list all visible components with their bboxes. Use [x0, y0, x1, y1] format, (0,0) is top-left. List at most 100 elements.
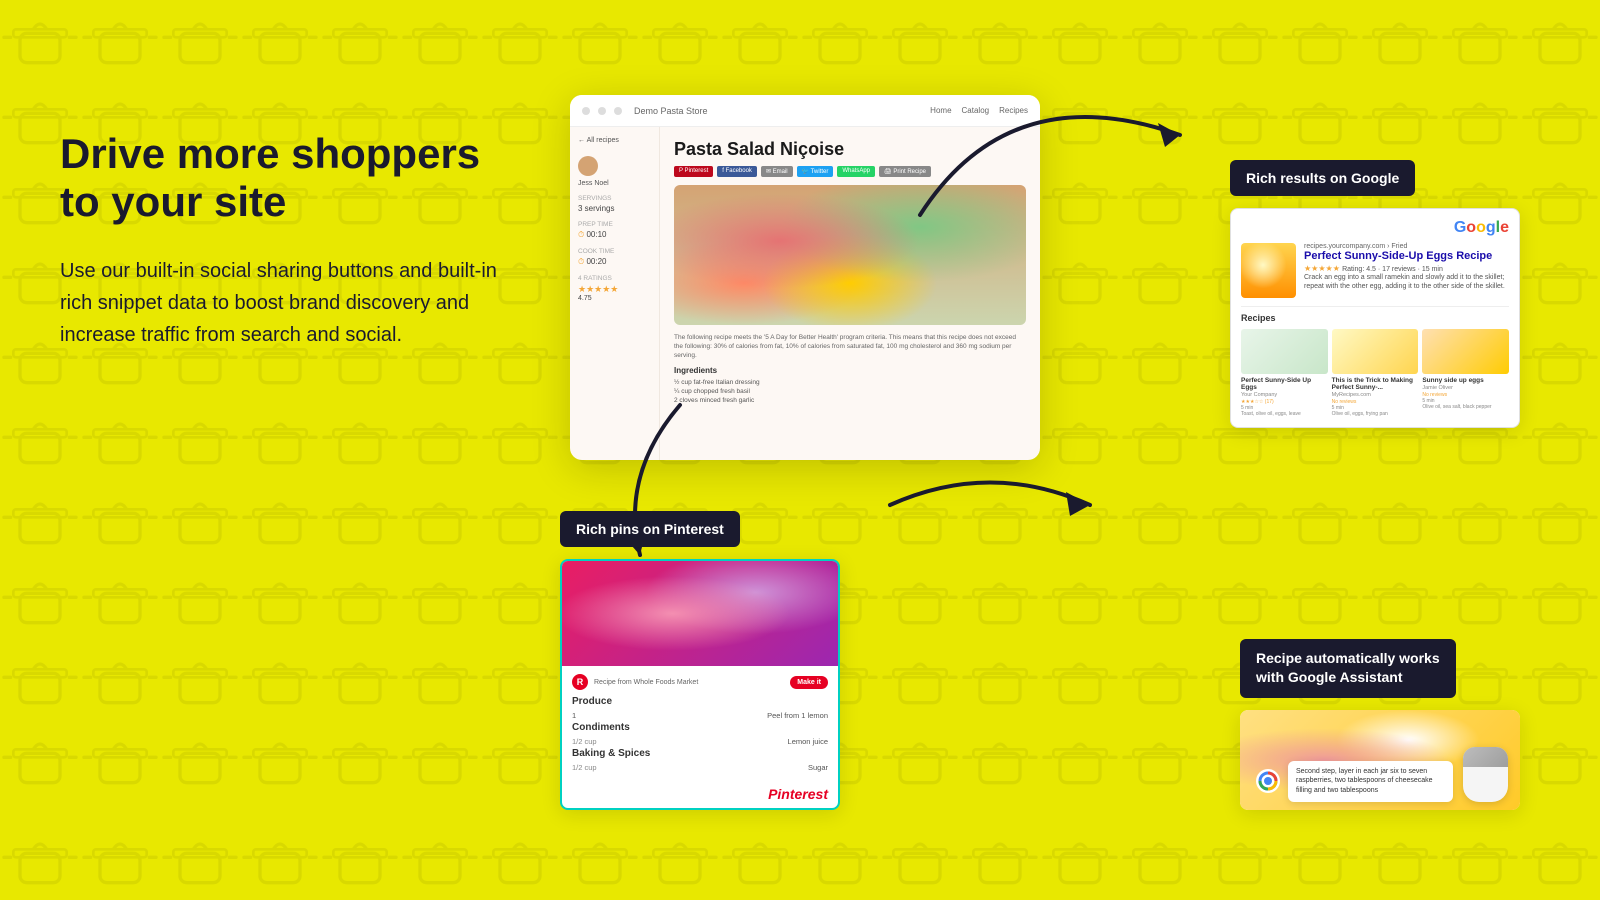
baking-name: Sugar: [808, 763, 828, 772]
arrow-bottom-right-svg: [870, 440, 1120, 570]
twitter-share[interactable]: 🐦 Twitter: [797, 166, 834, 177]
arrow-top: [890, 55, 1210, 235]
produce-name: Peel from 1 lemon: [767, 711, 828, 720]
g-letter-2: o: [1466, 219, 1476, 237]
facebook-share[interactable]: f Facebook: [717, 166, 757, 177]
google-card-section: Rich results on Google Google recipes.yo…: [1230, 160, 1520, 428]
pinterest-from-text: Recipe from Whole Foods Market: [594, 679, 698, 686]
pinterest-baking-title: Baking & Spices: [572, 748, 828, 759]
nav-dot-1: [582, 107, 590, 115]
store-name: Demo Pasta Store: [634, 106, 708, 116]
google-food-image-inner: [1241, 243, 1296, 298]
pinterest-logo-bar: Pinterest: [562, 782, 838, 808]
google-result-box: Google recipes.yourcompany.com › Fried P…: [1230, 208, 1520, 428]
google-recipes-grid: Perfect Sunny-Side Up Eggs Your Company …: [1241, 329, 1509, 417]
google-recipe-title-3: Sunny side up eggs: [1422, 377, 1509, 384]
pinterest-label: Rich pins on Pinterest: [560, 511, 740, 547]
g-letter-3: o: [1476, 219, 1486, 237]
produce-qty: 1: [572, 711, 576, 720]
google-recipe-title: Perfect Sunny-Side-Up Eggs Recipe: [1304, 250, 1509, 262]
assistant-device-top: [1463, 747, 1508, 767]
google-thumb-3: [1422, 329, 1509, 374]
pinterest-hero: [562, 561, 838, 666]
google-recipe-title-1: Perfect Sunny-Side Up Eggs: [1241, 377, 1328, 391]
main-heading: Drive more shoppers to your site: [60, 130, 520, 227]
recipe-stars: ★★★★★: [578, 284, 651, 295]
servings-label: Servings: [578, 195, 651, 202]
google-recipes-label: Recipes: [1241, 313, 1509, 323]
google-result-top: recipes.yourcompany.com › Fried Perfect …: [1241, 243, 1509, 298]
pinterest-produce-item: 1 Peel from 1 lemon: [572, 711, 828, 720]
author-name: Jess Noel: [578, 180, 651, 187]
pinterest-card: R Recipe from Whole Foods Market Make it…: [560, 559, 840, 810]
google-label: Rich results on Google: [1230, 160, 1415, 196]
pinterest-body: R Recipe from Whole Foods Market Make it…: [562, 666, 838, 782]
nav-dot-3: [614, 107, 622, 115]
ingredient-1: ½ cup fat-free Italian dressing: [674, 379, 1026, 386]
assistant-logo: [1254, 767, 1282, 795]
author-avatar: [578, 156, 598, 176]
rating-value: 4.75: [578, 295, 651, 302]
body-text: Use our built-in social sharing buttons …: [60, 255, 520, 351]
google-food-image: [1241, 243, 1296, 298]
google-recipe-item-3: Sunny side up eggs Jamie Oliver No revie…: [1422, 329, 1509, 417]
assistant-device: [1463, 747, 1508, 802]
google-recipe-source-2: MyRecipes.com: [1332, 392, 1419, 398]
pinterest-share[interactable]: P Pinterest: [674, 166, 713, 177]
g-letter-4: g: [1486, 219, 1496, 237]
google-recipe-tags-2: Olive oil, eggs, frying pan: [1332, 411, 1419, 417]
google-star-icons: ★★★★★: [1304, 264, 1340, 273]
pinterest-produce-title: Produce: [572, 696, 828, 707]
google-recipe-source-3: Jamie Oliver: [1422, 385, 1509, 391]
google-thumb-1: [1241, 329, 1328, 374]
pinterest-section: Rich pins on Pinterest R Recipe from Who…: [560, 511, 840, 810]
pinterest-baking-item: 1/2 cup Sugar: [572, 763, 828, 772]
pinterest-wordmark: Pinterest: [768, 786, 828, 802]
nav-dot-2: [598, 107, 606, 115]
pinterest-condiments-title: Condiments: [572, 722, 828, 733]
pinterest-logo-small: R: [572, 674, 588, 690]
condiment-qty: 1/2 cup: [572, 737, 597, 746]
back-link: ← All recipes: [578, 137, 651, 144]
google-recipe-tags-1: Toast, olive oil, eggs, leave: [1241, 411, 1328, 417]
assistant-hero: Second step, layer in each jar six to se…: [1240, 710, 1520, 810]
pinterest-condiment-item: 1/2 cup Lemon juice: [572, 737, 828, 746]
google-recipes-section: Recipes Perfect Sunny-Side Up Eggs Your …: [1241, 306, 1509, 417]
google-thumb-2: [1332, 329, 1419, 374]
assistant-label: Recipe automatically works with Google A…: [1240, 639, 1456, 698]
assistant-bubble-text: Second step, layer in each jar six to se…: [1296, 768, 1433, 795]
google-recipe-source-1: Your Company: [1241, 392, 1328, 398]
left-panel: Drive more shoppers to your site Use our…: [60, 130, 520, 351]
google-stars: ★★★★★ Rating: 4.5 · 17 reviews · 15 min: [1304, 264, 1509, 273]
servings-value: 3 servings: [578, 204, 651, 213]
email-share[interactable]: ✉ Email: [761, 166, 793, 177]
google-description: Crack an egg into a small ramekin and sl…: [1304, 273, 1509, 291]
ingredients-heading: Ingredients: [674, 366, 1026, 375]
rating-label: 4 Ratings: [578, 275, 651, 282]
google-url: recipes.yourcompany.com › Fried: [1304, 243, 1509, 250]
cook-label: Cook time: [578, 248, 651, 255]
arrow-bottom-right: [870, 440, 1120, 570]
pinterest-make-btn[interactable]: Make it: [790, 676, 828, 689]
recipe-description: The following recipe meets the '5 A Day …: [674, 333, 1026, 360]
prep-value: ⏱ 00:10: [578, 230, 651, 240]
assistant-section: Recipe automatically works with Google A…: [1240, 639, 1520, 810]
g-letter-1: G: [1454, 219, 1466, 237]
google-recipe-title-2: This is the Trick to Making Perfect Sunn…: [1332, 377, 1419, 391]
assistant-logo-svg: [1254, 767, 1282, 795]
prep-label: Prep time: [578, 221, 651, 228]
google-recipe-item-2: This is the Trick to Making Perfect Sunn…: [1332, 329, 1419, 417]
assistant-card: Second step, layer in each jar six to se…: [1240, 710, 1520, 810]
whatsapp-share[interactable]: WhatsApp: [837, 166, 875, 177]
cook-value: ⏱ 00:20: [578, 257, 651, 267]
google-recipe-tags-3: Olive oil, sea salt, black pepper: [1422, 404, 1509, 410]
pinterest-hero-image: [562, 561, 838, 666]
arrow-top-svg: [890, 55, 1210, 235]
baking-qty: 1/2 cup: [572, 763, 597, 772]
condiment-name: Lemon juice: [788, 737, 828, 746]
google-rating-text: Rating: 4.5 · 17 reviews · 15 min: [1342, 266, 1443, 273]
google-logo: Google: [1241, 219, 1509, 237]
pinterest-recipe-from: R Recipe from Whole Foods Market Make it: [572, 674, 828, 690]
g-letter-6: e: [1500, 219, 1509, 237]
google-recipe-item-1: Perfect Sunny-Side Up Eggs Your Company …: [1241, 329, 1328, 417]
